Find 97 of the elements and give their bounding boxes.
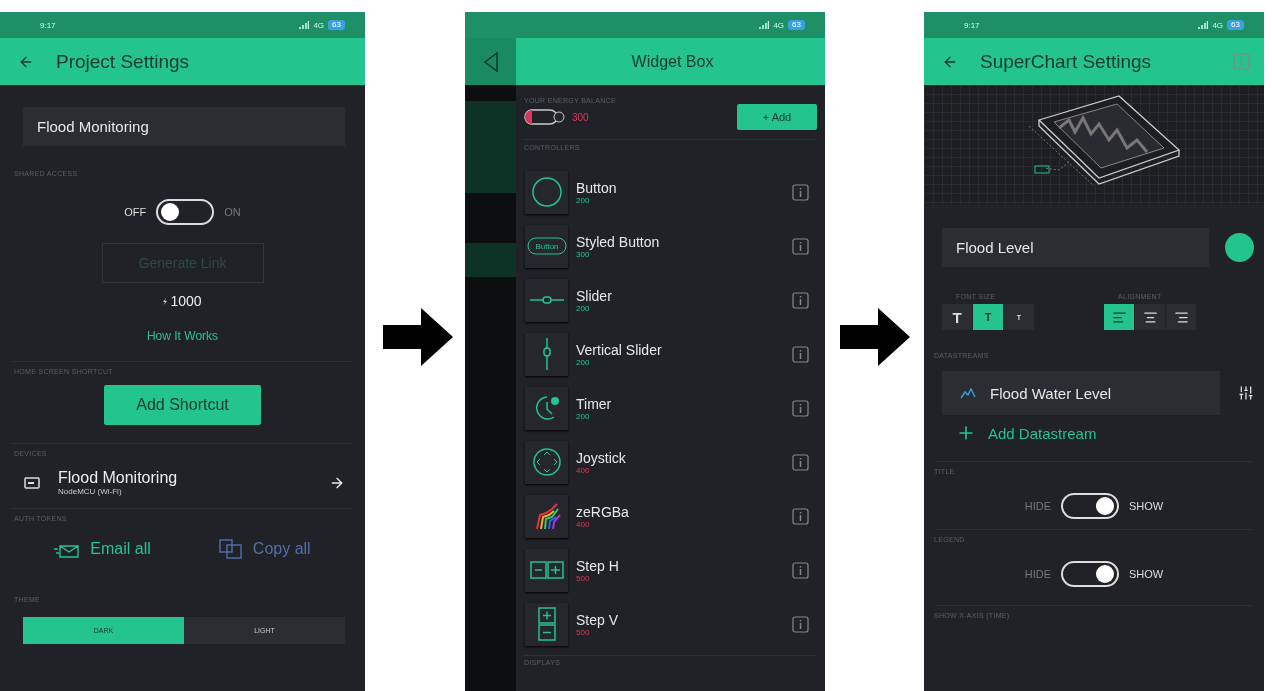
- project-name-field[interactable]: Flood Monitoring: [23, 107, 345, 146]
- off-label: HIDE: [1024, 568, 1051, 580]
- widget-cost: 200: [576, 411, 591, 421]
- info-icon[interactable]: [792, 237, 809, 255]
- widget-name: Timer: [576, 395, 613, 412]
- widget-cost: 200: [576, 303, 591, 313]
- screen-title: Project Settings: [56, 50, 190, 73]
- device-name: Flood Monitoring: [58, 469, 179, 487]
- email-all-button[interactable]: Email all: [48, 539, 157, 559]
- info-icon[interactable]: [792, 507, 809, 525]
- widget-name: zeRGBa: [576, 503, 630, 520]
- screen-title: SuperChart Settings: [980, 50, 1153, 73]
- right-arrow-icon: [383, 308, 453, 366]
- alignment-option[interactable]: [1166, 304, 1196, 330]
- widget-cost: 300: [576, 249, 590, 259]
- right-arrow-icon: [840, 308, 910, 366]
- info-icon[interactable]: [792, 291, 809, 309]
- info-icon[interactable]: [792, 615, 809, 633]
- off-label: OFF: [124, 206, 147, 218]
- add-energy-button[interactable]: + Add: [737, 104, 817, 130]
- signal-icon: [759, 21, 770, 29]
- widget-name: Step V: [576, 611, 620, 628]
- toggle-switch[interactable]: [1061, 493, 1119, 519]
- widget-item[interactable]: Vertical Slider 200: [516, 327, 825, 381]
- widget-cost: 400: [576, 519, 591, 529]
- widget-item[interactable]: Slider 200: [516, 273, 825, 327]
- datastream-item[interactable]: Flood Water Level: [942, 371, 1220, 415]
- widget-item[interactable]: zeRGBa 400: [516, 489, 825, 543]
- widget-item[interactable]: Step V 500: [516, 597, 825, 651]
- toggle-switch[interactable]: [156, 199, 215, 225]
- off-label: HIDE: [1024, 500, 1051, 512]
- widget-name: Step H: [576, 557, 620, 574]
- battery-level: 63: [328, 20, 345, 30]
- status-time: 9:17: [40, 20, 56, 30]
- datastream-name: Flood Water Level: [990, 384, 1112, 402]
- signal-icon: [299, 21, 310, 29]
- device-board: NodeMCU (Wi-Fi): [58, 487, 123, 496]
- widget-cost: 200: [576, 357, 591, 367]
- how-it-works-link[interactable]: How It Works: [0, 329, 365, 343]
- align-center-icon: [1142, 309, 1158, 325]
- minus-plus-icon: [529, 561, 564, 579]
- screen-title: Widget Box: [631, 52, 714, 71]
- styled-button-icon: Button: [526, 237, 567, 255]
- info-icon[interactable]: [792, 345, 809, 363]
- widget-item[interactable]: Timer 200: [516, 381, 825, 435]
- network-type: 4G: [1212, 20, 1224, 30]
- energy-cost: 1000: [170, 293, 202, 309]
- copy-icon: [218, 539, 243, 559]
- widget-cost: 200: [576, 195, 591, 205]
- widget-cost: 400: [576, 465, 590, 475]
- widget-name: Slider: [576, 287, 613, 304]
- back-triangle-icon: [482, 51, 499, 72]
- alignment-option[interactable]: [1135, 304, 1165, 330]
- plus-minus-icon: [537, 607, 556, 641]
- widget-item[interactable]: Button 200: [516, 165, 825, 219]
- energy-icon: [163, 297, 168, 305]
- battery-level: 63: [1227, 20, 1244, 30]
- widget-name: Button: [576, 179, 618, 196]
- slider-icon: [529, 295, 564, 305]
- sliders-icon[interactable]: [1238, 385, 1254, 401]
- widget-name-field[interactable]: Flood Level: [942, 228, 1209, 267]
- status-time: 9:17: [964, 20, 980, 30]
- align-left-icon: [1111, 309, 1127, 325]
- on-label: SHOW: [1129, 500, 1164, 512]
- device-icon: [24, 476, 40, 489]
- line-chart-icon: [960, 387, 976, 399]
- alignment-option[interactable]: [1104, 304, 1134, 330]
- info-icon[interactable]: [792, 453, 809, 471]
- battery-level: 63: [788, 20, 805, 30]
- info-icon[interactable]: [792, 399, 809, 417]
- widget-name: Vertical Slider: [576, 341, 663, 358]
- info-icon[interactable]: [792, 183, 809, 201]
- circle-icon: [530, 176, 563, 208]
- widget-item[interactable]: Joystick 400: [516, 435, 825, 489]
- vertical-slider-icon: [541, 338, 552, 370]
- toggle-switch[interactable]: [1061, 561, 1119, 587]
- align-right-icon: [1173, 309, 1189, 325]
- widget-name: Joystick: [576, 449, 627, 466]
- network-type: 4G: [313, 20, 325, 30]
- widget-item[interactable]: Step H 500: [516, 543, 825, 597]
- signal-icon: [1198, 21, 1209, 29]
- on-label: SHOW: [1129, 568, 1164, 580]
- on-label: ON: [224, 206, 241, 218]
- widget-cost: 500: [576, 573, 590, 583]
- widget-item[interactable]: Button Styled Button 300: [516, 219, 825, 273]
- widget-cost: 500: [576, 627, 590, 637]
- color-picker[interactable]: [1225, 233, 1254, 262]
- battery-icon: [524, 107, 566, 127]
- add-shortcut-button[interactable]: Add Shortcut: [104, 385, 261, 425]
- font-size-option[interactable]: T: [942, 304, 972, 330]
- add-datastream-button[interactable]: Add Datastream: [956, 423, 1264, 443]
- joystick-icon: [531, 447, 562, 477]
- info-icon[interactable]: [792, 561, 809, 579]
- network-type: 4G: [773, 20, 785, 30]
- energy-balance: 300: [572, 111, 590, 123]
- font-size-option[interactable]: T: [973, 304, 1003, 330]
- widget-name: Styled Button: [576, 233, 661, 250]
